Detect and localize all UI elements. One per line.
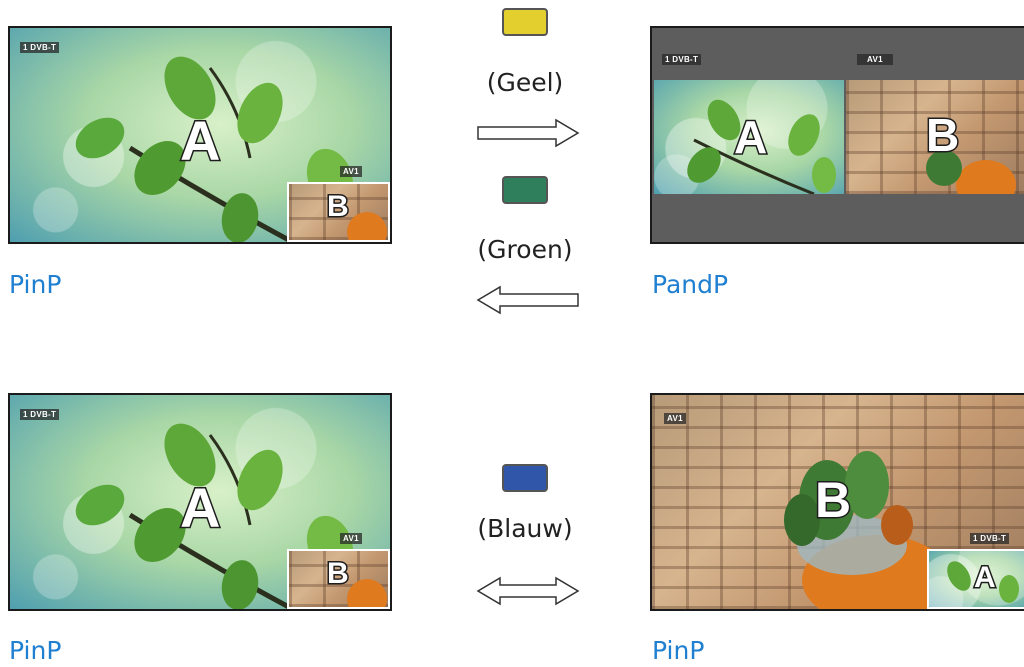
channel-tag-sub: AV1 (340, 533, 362, 544)
sub-picture-a: A (927, 549, 1024, 609)
sub-picture-b: B (287, 182, 390, 242)
blue-button-label: (Blauw) (477, 514, 573, 543)
picture-letter-b: B (326, 189, 351, 225)
channel-tag-main: 1 DVB-T (20, 409, 60, 420)
pinp-screen-bottom-right: AV1 B 1 DVB-T A (650, 393, 1024, 611)
arrow-right-icon (477, 118, 580, 148)
picture-letter-b: B (326, 556, 351, 592)
picture-letter-b: B (813, 471, 852, 530)
pinp-screen-top-left: 1 DVB-T A AV1 B (8, 26, 392, 244)
yellow-button-label: (Geel) (486, 68, 564, 97)
picture-letter-a: A (732, 110, 768, 165)
right-picture-b: B (846, 80, 1024, 194)
picture-letter-b: B (924, 108, 960, 163)
green-button-icon (502, 176, 548, 204)
pandp-screen-top-right: 1 DVB-T AV1 A B (650, 26, 1024, 244)
picture-letter-a: A (178, 108, 221, 174)
left-picture-a: A (654, 80, 844, 194)
picture-letter-a: A (973, 560, 998, 596)
green-button-label: (Groen) (477, 235, 573, 264)
caption-top-left: PinP (9, 270, 62, 299)
arrow-both-icon (476, 576, 580, 606)
caption-top-right: PandP (652, 270, 729, 299)
channel-tag-sub: AV1 (340, 166, 362, 177)
channel-tag-sub: 1 DVB-T (970, 533, 1010, 544)
blue-button-icon (502, 464, 548, 492)
channel-tag-main: AV1 (664, 413, 686, 424)
caption-bottom-left: PinP (9, 636, 62, 665)
picture-letter-a: A (178, 475, 221, 541)
yellow-button-icon (502, 8, 548, 36)
channel-tag-main: 1 DVB-T (20, 42, 60, 53)
channel-tag-right: AV1 (857, 54, 893, 65)
sub-picture-b: B (287, 549, 390, 609)
caption-bottom-right: PinP (652, 636, 705, 665)
channel-tag-left: 1 DVB-T (662, 54, 702, 65)
pinp-screen-bottom-left: 1 DVB-T A AV1 B (8, 393, 392, 611)
arrow-left-icon (476, 285, 579, 315)
